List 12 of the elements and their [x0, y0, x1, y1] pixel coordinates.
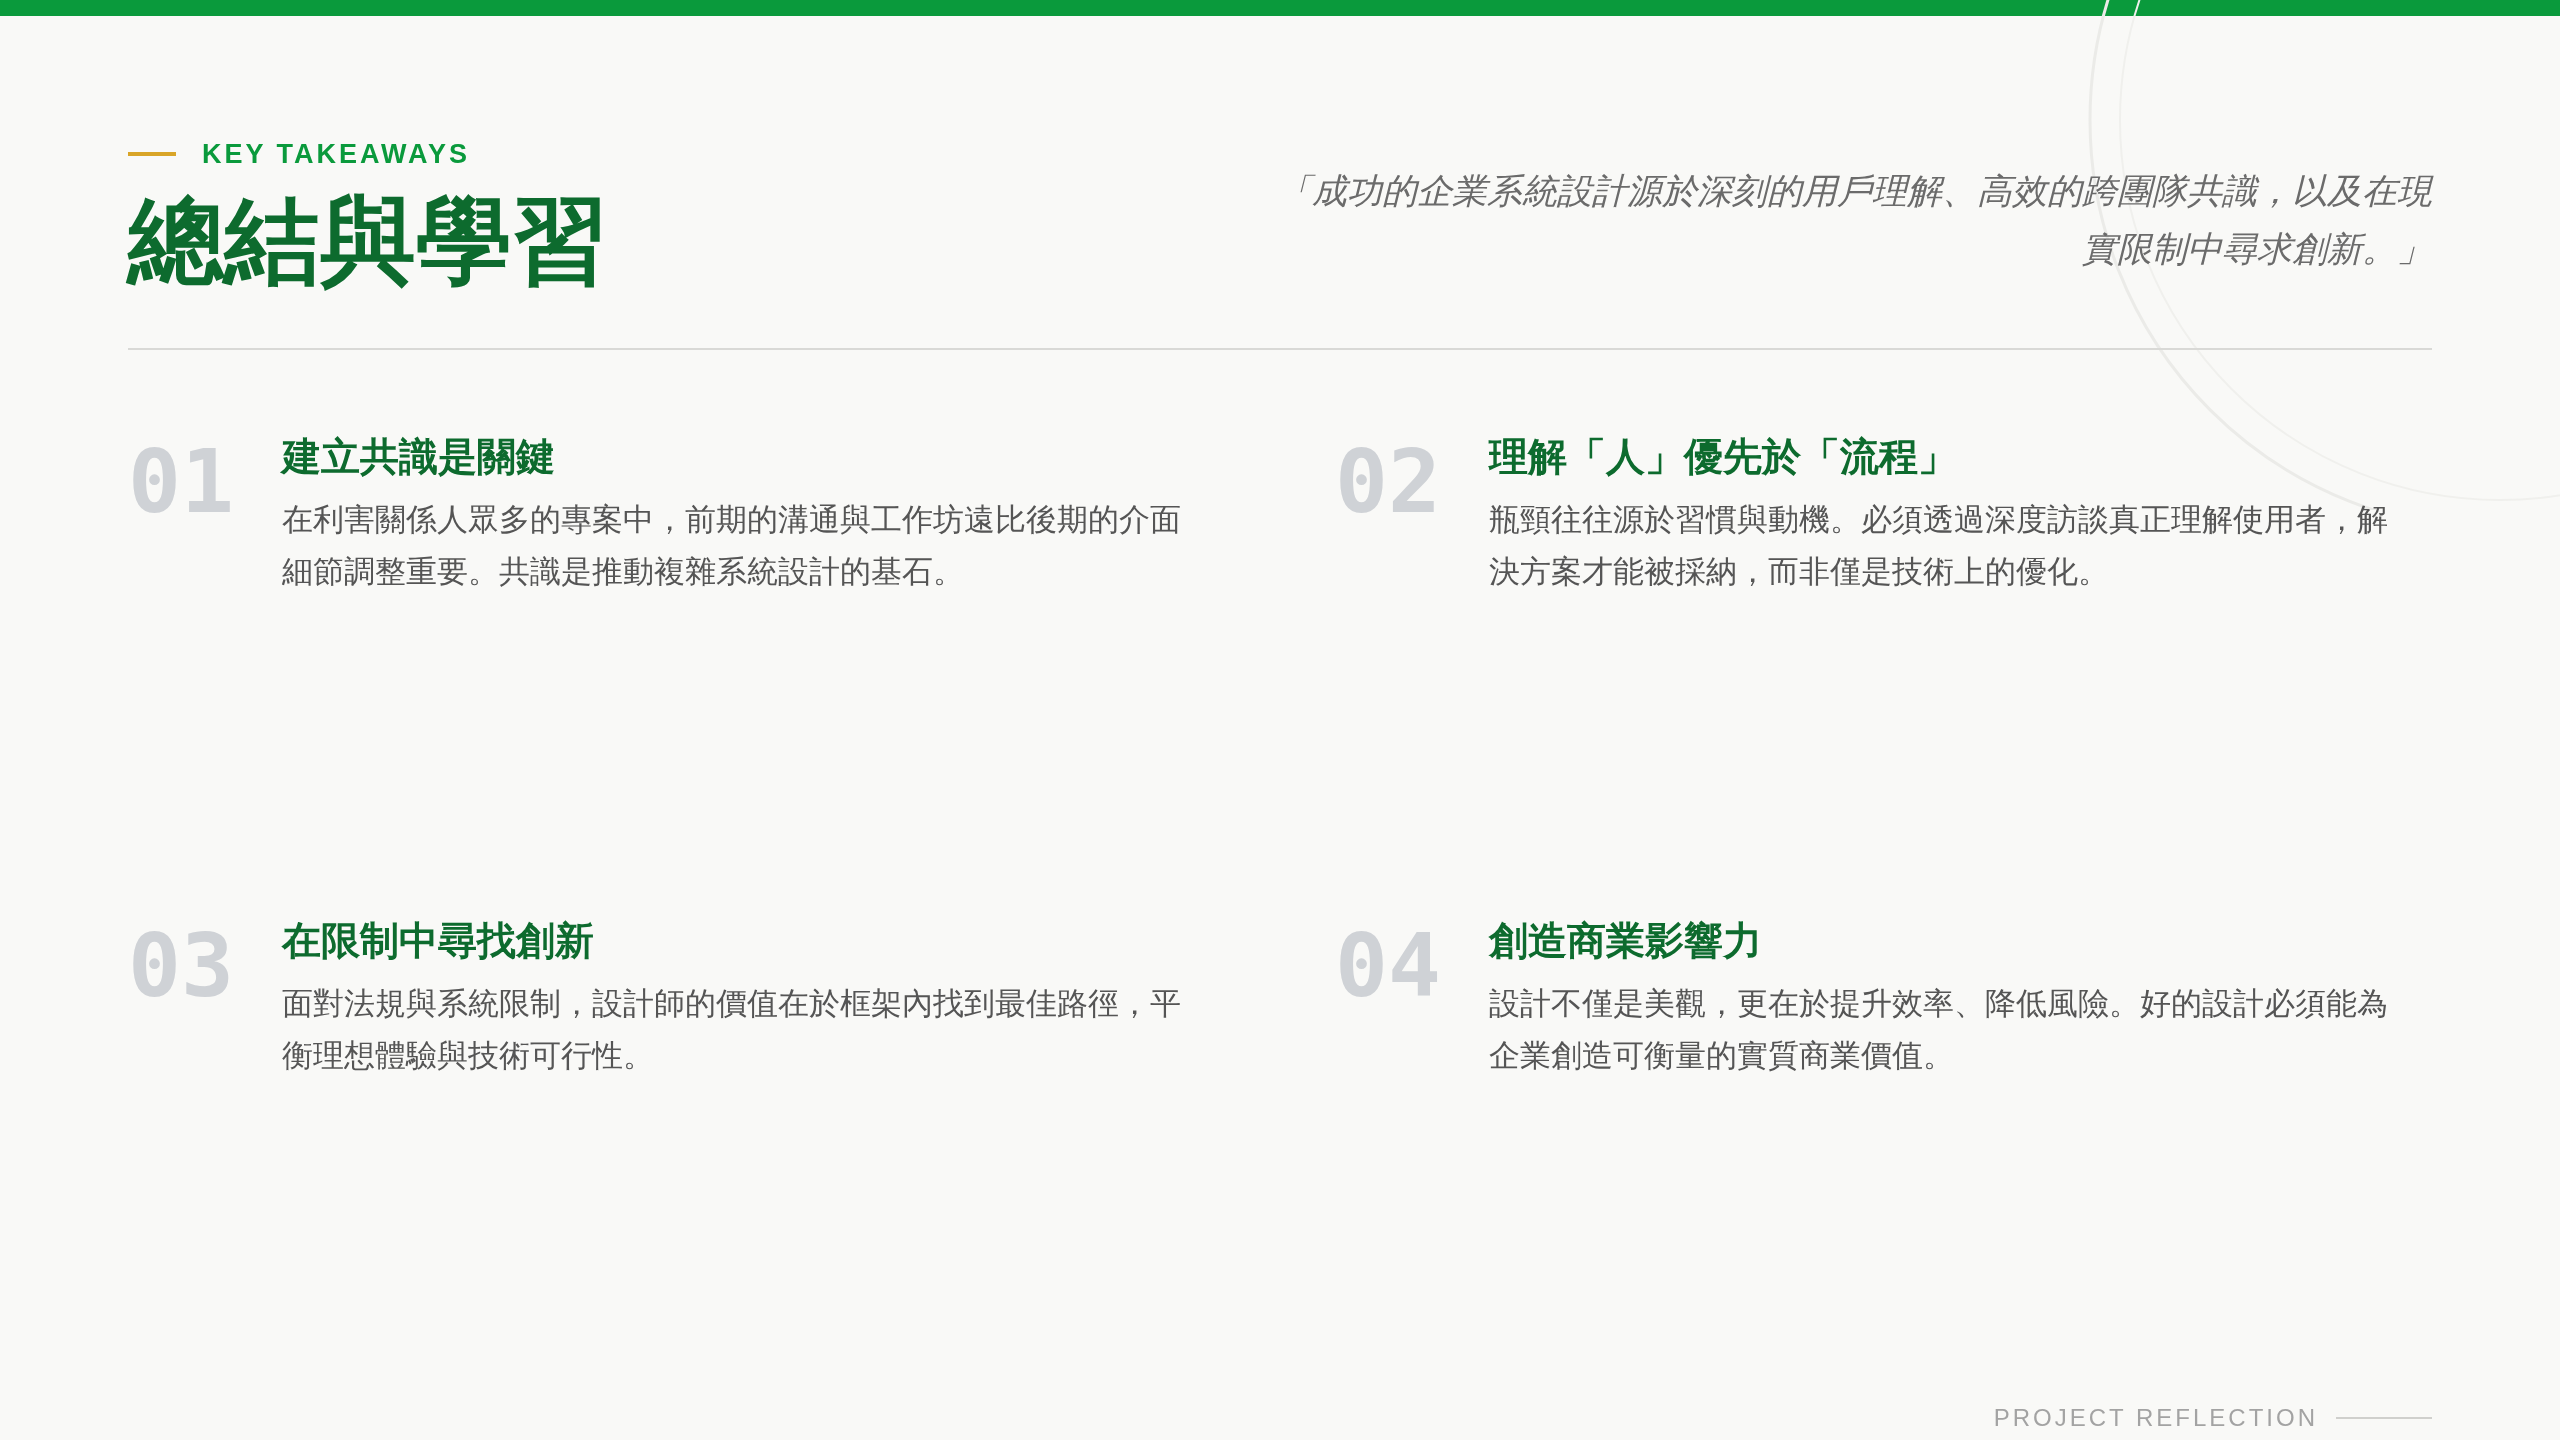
takeaway-title: 建立共識是關鍵	[282, 433, 556, 480]
section-eyebrow: KEY TAKEAWAYS	[202, 138, 471, 171]
takeaway-title: 在限制中尋找創新	[282, 917, 595, 964]
takeaway-body: 設計不僅是美觀，更在於提升效率、降低風險。好的設計必須能為企業創造可衡量的實質商業價值。	[1489, 985, 2389, 1076]
takeaway-title: 創造商業影響力	[1489, 917, 1763, 964]
takeaway-title: 理解「人」優先於「流程」	[1489, 433, 1958, 480]
takeaway-body: 在利害關係人眾多的專案中，前期的溝通與工作坊遠比後期的介面細節調整重要。共識是推動複雜系統設計的基石。	[282, 501, 1182, 592]
slide-title: 總結與學習	[128, 185, 608, 296]
footer-label: PROJECT REFLECTION	[1993, 1402, 2318, 1433]
takeaway-body: 面對法規與系統限制，設計師的價值在於框架內找到最佳路徑，平衡理想體驗與技術可行性。	[282, 985, 1182, 1076]
summary-quote: 「成功的企業系統設計源於深刻的用戶理解、高效的跨團隊共識，以及在現實限制中尋求創新。」	[1276, 169, 2432, 270]
takeaway-body: 瓶頸往往源於習慣與動機。必須透過深度訪談真正理解使用者，解決方案才能被採納，而非僅是技術上的優化。	[1489, 501, 2389, 592]
